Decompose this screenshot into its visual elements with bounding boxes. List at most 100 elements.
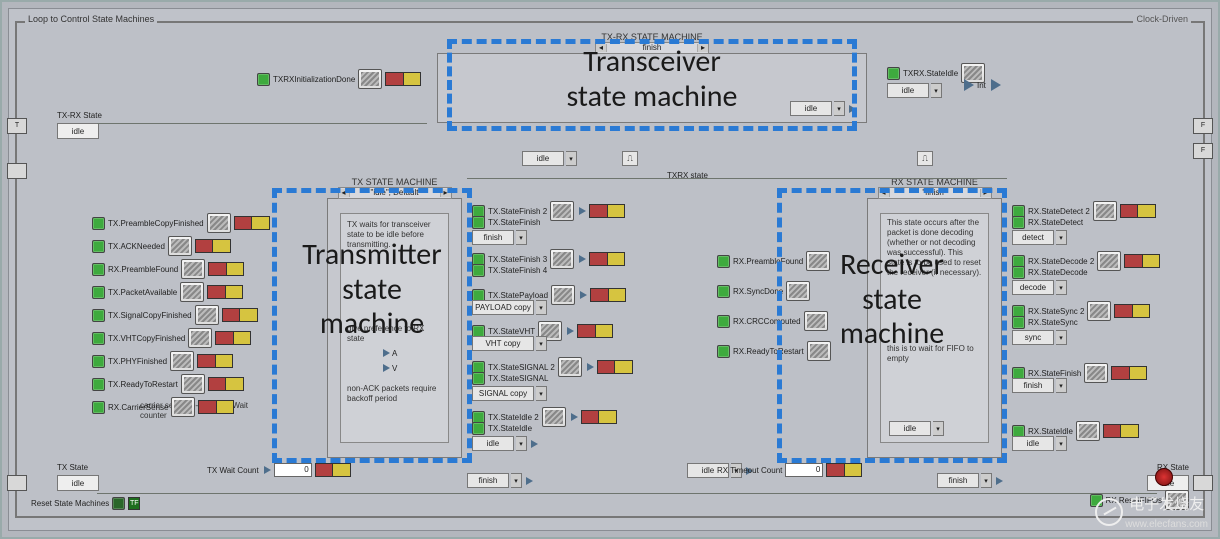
ring-dropdown-icon[interactable]: ▾ [1056, 230, 1067, 245]
bool-indicator-icon [717, 315, 730, 328]
tx-state-control-value[interactable]: idle [57, 475, 99, 491]
subvi-icon[interactable] [806, 251, 830, 271]
error-cluster-icon [589, 204, 625, 218]
txrx-case-selector[interactable]: ◂ finish ▸ [595, 42, 709, 54]
ring-dropdown-icon[interactable]: ▾ [536, 300, 547, 315]
rx-comment-mid: this is to wait for FIFO to empty [887, 344, 982, 364]
subvi-icon[interactable] [181, 259, 205, 279]
rx-out-8: sync [1025, 333, 1041, 342]
subvi-icon[interactable] [207, 213, 231, 233]
subvi-icon[interactable] [181, 374, 205, 394]
subvi-icon[interactable] [171, 397, 195, 417]
shift-register-left-3[interactable] [7, 475, 27, 491]
prev-case-icon[interactable]: ◂ [596, 44, 607, 52]
ring-dropdown-icon[interactable]: ▾ [536, 336, 547, 351]
subvi-icon[interactable] [550, 201, 574, 221]
bool-indicator-icon [887, 67, 900, 80]
rx-timeout-count: RX Timeout Count 0 [717, 463, 862, 477]
ring-dropdown-icon[interactable]: ▾ [1056, 436, 1067, 451]
subvi-icon[interactable] [542, 407, 566, 427]
error-cluster-icon [590, 288, 626, 302]
error-cluster-icon [207, 285, 243, 299]
shift-register-right-2[interactable]: F [1193, 143, 1213, 159]
ring-dropdown-icon[interactable]: ▾ [834, 101, 845, 116]
reset-state-machines-control[interactable]: Reset State Machines TF [31, 497, 140, 510]
tx-case-selector[interactable]: ◂ "idle", Default ▸ [338, 187, 452, 199]
shift-register-left-2[interactable] [7, 163, 27, 179]
txrx-state-control[interactable]: TX-RX State idle [57, 111, 102, 139]
next-case-icon[interactable]: ▸ [440, 189, 451, 197]
error-cluster-icon [597, 360, 633, 374]
subvi-icon[interactable] [180, 282, 204, 302]
subvi-icon[interactable] [558, 357, 582, 377]
subvi-icon[interactable] [168, 236, 192, 256]
subvi-icon[interactable] [804, 311, 828, 331]
tx-wait-count-value[interactable]: 0 [274, 463, 312, 477]
int-compare-node: Int [962, 79, 1001, 91]
ring-dropdown-icon[interactable]: ▾ [511, 473, 522, 488]
shift-register-right[interactable]: F [1193, 118, 1213, 134]
rx-out-0: RX.StateDetect 2 [1028, 207, 1090, 216]
loop-stop-button[interactable] [1155, 468, 1173, 486]
ring-dropdown-icon[interactable]: ▾ [933, 421, 944, 436]
tx-bool-8: RX.CarrierSense [108, 403, 168, 412]
error-cluster-icon [1124, 254, 1160, 268]
subvi-icon[interactable] [786, 281, 810, 301]
next-case-icon[interactable]: ▸ [697, 44, 708, 52]
tx-state-machine-case: TX STATE MACHINE ◂ "idle", Default ▸ TX … [327, 198, 462, 458]
bool-indicator-icon [717, 285, 730, 298]
ring-dropdown-icon[interactable]: ▾ [1056, 378, 1067, 393]
subvi-icon[interactable] [1087, 301, 1111, 321]
subvi-icon[interactable] [551, 285, 575, 305]
subvi-icon[interactable] [195, 305, 219, 325]
tx-comment-bot: non-ACK packets require backoff period [347, 384, 442, 404]
error-cluster-icon [385, 72, 421, 86]
next-case-icon[interactable]: ▸ [980, 189, 991, 197]
bool-indicator-icon [257, 73, 270, 86]
shift-register-right-3[interactable] [1193, 475, 1213, 491]
subvi-icon[interactable] [358, 69, 382, 89]
compare-icon [996, 477, 1003, 485]
subvi-icon[interactable] [1084, 363, 1108, 383]
or-primitive-icon [383, 364, 390, 372]
bool-indicator-icon [717, 255, 730, 268]
tx-bool-1: TX.ACKNeeded [108, 242, 165, 251]
ring-dropdown-icon[interactable]: ▾ [931, 83, 942, 98]
subvi-icon[interactable] [807, 341, 831, 361]
ring-dropdown-icon[interactable]: ▾ [1056, 280, 1067, 295]
rx-timeout-value[interactable]: 0 [785, 463, 823, 477]
subvi-icon[interactable] [188, 328, 212, 348]
tx-state-control[interactable]: TX State idle [57, 463, 99, 491]
shift-register-left[interactable]: T [7, 118, 27, 134]
rx-out-7: RX.StateSync [1028, 318, 1078, 327]
subvi-icon[interactable] [1076, 421, 1100, 441]
error-cluster-icon [1111, 366, 1147, 380]
txrx-state-control-value[interactable]: idle [57, 123, 99, 139]
vht-copy: VHT copy [486, 339, 521, 348]
bool-indicator-icon [92, 401, 105, 414]
rx-case-selector[interactable]: ◂ "finish" ▸ [878, 187, 992, 199]
error-cluster-icon [197, 354, 233, 368]
tx-out-4: TX.StatePayload [488, 291, 548, 300]
subvi-icon[interactable] [170, 351, 194, 371]
ring-dropdown-icon[interactable]: ▾ [516, 436, 527, 451]
prev-case-icon[interactable]: ◂ [339, 189, 350, 197]
and-primitive-icon [383, 349, 390, 357]
ring-dropdown-icon[interactable]: ▾ [981, 473, 992, 488]
ring-dropdown-icon[interactable]: ▾ [516, 230, 527, 245]
tx-out-8: TX.StateSIGNAL 2 [488, 363, 555, 372]
compare-icon [571, 413, 578, 421]
ring-dropdown-icon[interactable]: ▾ [536, 386, 547, 401]
subvi-icon[interactable] [1097, 251, 1121, 271]
ring-dropdown-icon[interactable]: ▾ [1056, 330, 1067, 345]
int-label: Int [977, 81, 986, 90]
rx-bool-1: RX.SyncDone [733, 287, 783, 296]
rx-out-5: decode [1020, 283, 1046, 292]
bool-control-icon[interactable] [112, 497, 125, 510]
ring-dropdown-icon[interactable]: ▾ [566, 151, 577, 166]
prev-case-icon[interactable]: ◂ [879, 189, 890, 197]
subvi-icon[interactable] [550, 249, 574, 269]
compare-icon [580, 291, 587, 299]
clock-mode-label: Clock-Driven [1133, 14, 1191, 24]
subvi-icon[interactable] [1093, 201, 1117, 221]
